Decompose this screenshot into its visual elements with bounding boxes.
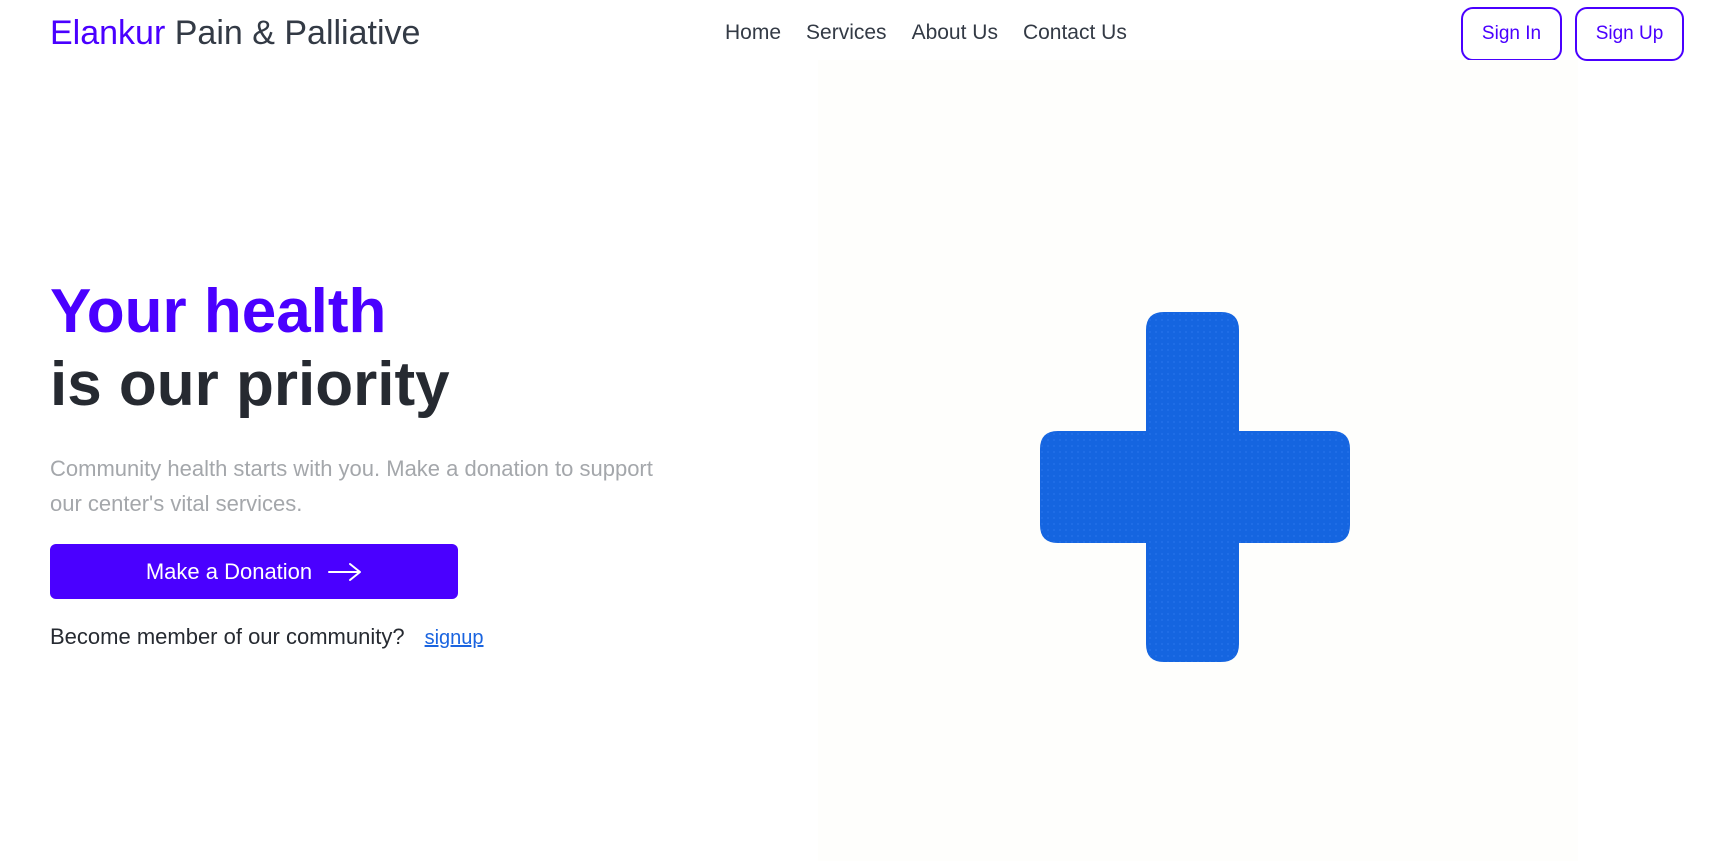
headline-accent: Your health <box>50 277 387 346</box>
member-prompt-text: Become member of our community? <box>50 624 405 649</box>
member-prompt-row: Become member of our community? signup <box>50 624 690 650</box>
hero-headline: Your health is our priority <box>50 275 690 421</box>
hero-content: Your health is our priority Community he… <box>50 275 690 650</box>
nav-link-services[interactable]: Services <box>806 21 887 44</box>
nav-link-contact[interactable]: Contact Us <box>1023 21 1127 44</box>
hero-image <box>818 60 1578 861</box>
main-nav: Home Services About Us Contact Us <box>725 18 1127 48</box>
navbar: Elankur Pain & Palliative Home Services … <box>0 0 1710 66</box>
nav-link-about[interactable]: About Us <box>912 21 998 44</box>
arrow-right-icon <box>328 562 362 581</box>
nav-link-home[interactable]: Home <box>725 21 781 44</box>
hero-subtext: Community health starts with you. Make a… <box>50 456 653 516</box>
make-donation-button[interactable]: Make a Donation <box>50 544 458 599</box>
medical-cross-icon <box>1040 312 1350 662</box>
headline-rest: is our priority <box>50 350 450 419</box>
brand-name-accent: Elankur <box>50 14 166 52</box>
nav-item-home: Home <box>725 18 781 48</box>
nav-item-services: Services <box>806 18 887 48</box>
brand-logo[interactable]: Elankur Pain & Palliative <box>50 13 420 53</box>
donate-button-label: Make a Donation <box>145 558 313 584</box>
nav-item-contact: Contact Us <box>1023 18 1127 48</box>
sign-up-button[interactable]: Sign Up <box>1575 7 1684 61</box>
brand-name-rest: Pain & Palliative <box>174 14 421 52</box>
nav-item-about: About Us <box>912 18 998 48</box>
sign-in-button[interactable]: Sign In <box>1461 7 1562 61</box>
signup-link[interactable]: signup <box>425 627 484 650</box>
